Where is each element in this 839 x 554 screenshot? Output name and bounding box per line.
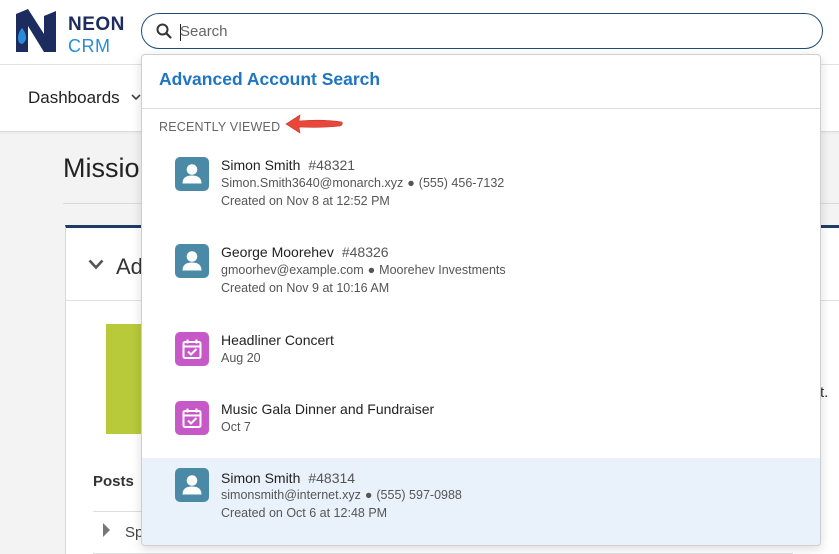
result-created: Created on Nov 9 at 10:16 AM <box>221 281 390 295</box>
result-phone: (555) 456-7132 <box>418 176 505 190</box>
result-contact-line: Simon.Smith3640@monarch.xyz ● (555) 456-71… <box>221 176 504 190</box>
result-email: Simon.Smith3640@monarch.xyz <box>221 176 404 190</box>
event-date: Aug 20 <box>221 351 261 365</box>
search-result-item[interactable]: Music Gala Dinner and Fundraiser Oct 7 <box>142 389 820 447</box>
chevron-down-icon[interactable] <box>88 259 104 270</box>
search-input[interactable] <box>180 20 800 42</box>
person-icon <box>175 468 209 502</box>
result-email: gmoorhev@example.com <box>221 263 364 277</box>
result-created: Created on Oct 6 at 12:48 PM <box>221 506 388 520</box>
search-result-item[interactable]: Headliner Concert Aug 20 <box>142 320 820 378</box>
neon-logo-mark-icon <box>16 9 56 52</box>
result-name: Music Gala Dinner and Fundraiser <box>221 401 435 417</box>
result-title: Simon Smith #48314 <box>221 470 355 486</box>
result-name: Simon Smith <box>221 157 301 173</box>
chevron-down-icon[interactable] <box>131 94 141 101</box>
posts-heading: Posts <box>93 473 134 490</box>
search-result-item[interactable]: Simon Smith #48321 Simon.Smith3640@monarc… <box>142 145 820 221</box>
logo-word-neon: NEON <box>68 14 125 35</box>
annotation-arrow-icon <box>285 114 343 134</box>
calendar-check-icon <box>175 332 209 366</box>
result-contact-line: gmoorhev@example.com ● Moorehev Investment… <box>221 263 506 277</box>
advanced-account-search-link[interactable]: Advanced Account Search <box>159 69 380 90</box>
nav-dashboards[interactable]: Dashboards <box>28 88 120 108</box>
person-icon <box>175 157 209 191</box>
result-contact-line: simonsmith@internet.xyz ● (555) 597-0988 <box>221 488 462 502</box>
search-result-item-highlighted[interactable]: Simon Smith #48314 simonsmith@internet.xy… <box>142 458 820 545</box>
bullet-separator: ● <box>407 176 415 190</box>
result-title: George Moorehev #48326 <box>221 244 389 260</box>
result-title: Simon Smith #48321 <box>221 157 355 173</box>
result-name: George Moorehev <box>221 244 334 260</box>
global-search-box[interactable] <box>141 13 823 49</box>
account-id: #48314 <box>308 470 356 486</box>
result-created: Created on Nov 8 at 12:52 PM <box>221 194 390 208</box>
account-id: #48321 <box>308 157 356 173</box>
result-phone: (555) 597-0988 <box>376 488 462 502</box>
event-date: Oct 7 <box>221 420 251 434</box>
account-id: #48326 <box>341 244 389 260</box>
result-company: Moorehev Investments <box>379 263 506 277</box>
result-email: simonsmith@internet.xyz <box>221 488 361 502</box>
chevron-right-icon[interactable] <box>102 522 112 538</box>
search-result-item[interactable]: George Moorehev #48326 gmoorhev@example.c… <box>142 232 820 308</box>
logo-word-crm: CRM <box>68 36 111 56</box>
recently-viewed-label: RECENTLY VIEWED <box>159 120 281 134</box>
calendar-check-icon <box>175 401 209 435</box>
search-dropdown: Advanced Account Search RECENTLY VIEWED … <box>141 54 821 546</box>
result-name: Headliner Concert <box>221 332 334 348</box>
neon-crm-logo[interactable]: NEON CRM <box>14 8 129 56</box>
search-icon <box>156 23 172 39</box>
text-caret <box>180 24 181 41</box>
person-icon <box>175 244 209 278</box>
page-title: Missio <box>63 153 140 183</box>
result-name: Simon Smith <box>221 470 301 486</box>
bullet-separator: ● <box>367 263 376 277</box>
truncated-text: t. <box>820 384 829 401</box>
bullet-separator: ● <box>364 488 373 502</box>
card-title: Ad <box>116 254 143 279</box>
dropdown-divider <box>142 108 820 109</box>
